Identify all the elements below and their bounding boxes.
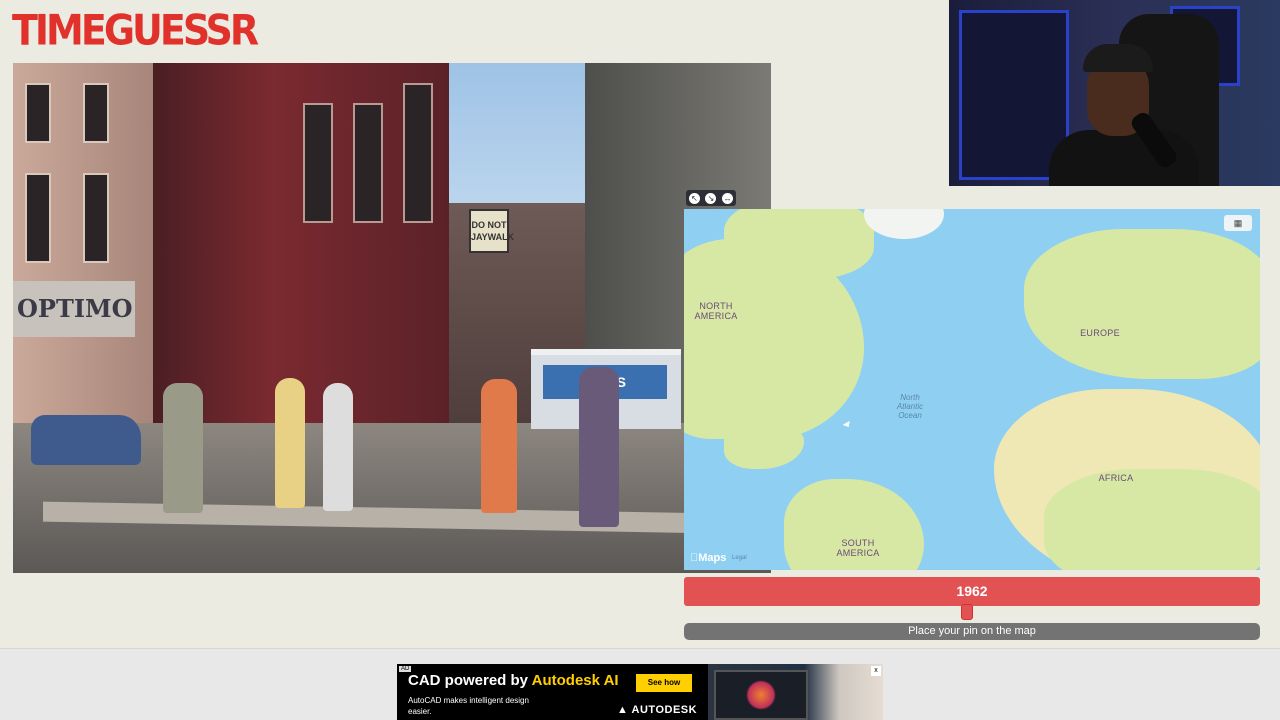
world-map[interactable]: NORTH AMERICA EUROPE AFRICA SOUTH AMERIC… [684,209,1260,570]
map-land-greenland [864,209,944,239]
photo-person [323,383,353,511]
autodesk-icon: ▲ [617,704,632,716]
map-land-europe [1024,229,1260,379]
map-type-button[interactable]: ▦ [1224,215,1252,231]
photo-person [579,367,619,527]
map-label-africa: AFRICA [1098,473,1134,483]
photo-person [275,378,305,508]
photo-car [31,415,141,465]
photo-window [303,103,333,223]
map-label-south-america: SOUTH AMERICA [836,538,880,558]
photo-window [83,173,109,263]
map-land-central-america [724,419,804,469]
ad-monitor [714,670,808,720]
ad-close-icon[interactable]: x [871,666,881,676]
shrink-icon[interactable]: ↘ [705,192,717,204]
map-land-africa-south [1044,469,1260,570]
photo-window [353,103,383,223]
photo-window [403,83,433,223]
photo-person [481,379,517,513]
maps-label: Maps [690,552,726,564]
ad-logo-label: AUTODESK [631,704,698,716]
webcam-person-cap [1083,44,1153,72]
historical-photo: OPTIMO DO NOT JAYWALK NEWS [13,63,771,573]
year-display: 1962 [684,577,1260,606]
apple-maps-logo: Maps [690,552,726,564]
ad-headline-prefix: CAD powered by [408,672,532,689]
year-slider-handle[interactable] [961,604,973,620]
map-label-atlantic: North Atlantic Ocean [896,393,924,420]
ad-headline-brand: Autodesk AI [531,672,619,689]
photo-person [163,383,203,513]
map-land-canada-north [724,209,874,279]
ad-headline: CAD powered by Autodesk AI [408,672,619,689]
mouse-cursor-icon [842,420,853,430]
map-label-north-america: NORTH AMERICA [694,301,738,321]
expand-icon[interactable]: ↖ [688,192,700,204]
photo-window [25,83,51,143]
place-pin-button[interactable]: Place your pin on the map [684,623,1260,640]
ad-cta-button[interactable]: See how [636,674,692,692]
photo-sign-optimo: OPTIMO [13,281,135,337]
app-logo[interactable]: TIMEGUESSR [12,8,259,52]
move-icon[interactable]: ↔ [722,192,734,204]
photo-window [25,173,51,263]
map-label-europe: EUROPE [1080,328,1120,338]
webcam-overlay [949,0,1280,186]
apple-icon:  [690,552,698,564]
ad-image [708,664,883,720]
ad-autodesk-logo: ▲ AUTODESK [617,704,697,716]
map-legal-link[interactable]: Legal [732,555,747,561]
map-icon: ▦ [1233,218,1243,228]
photo-window [83,83,109,143]
photo-zoom-tools[interactable]: ↖ ↘ ↔ [686,190,736,206]
ad-subtext: AutoCAD makes intelligent design easier. [408,696,529,716]
photo-sign-jaywalk: DO NOT JAYWALK [469,209,514,253]
ad-banner[interactable]: AD CAD powered by Autodesk AI AutoCAD ma… [397,664,883,720]
